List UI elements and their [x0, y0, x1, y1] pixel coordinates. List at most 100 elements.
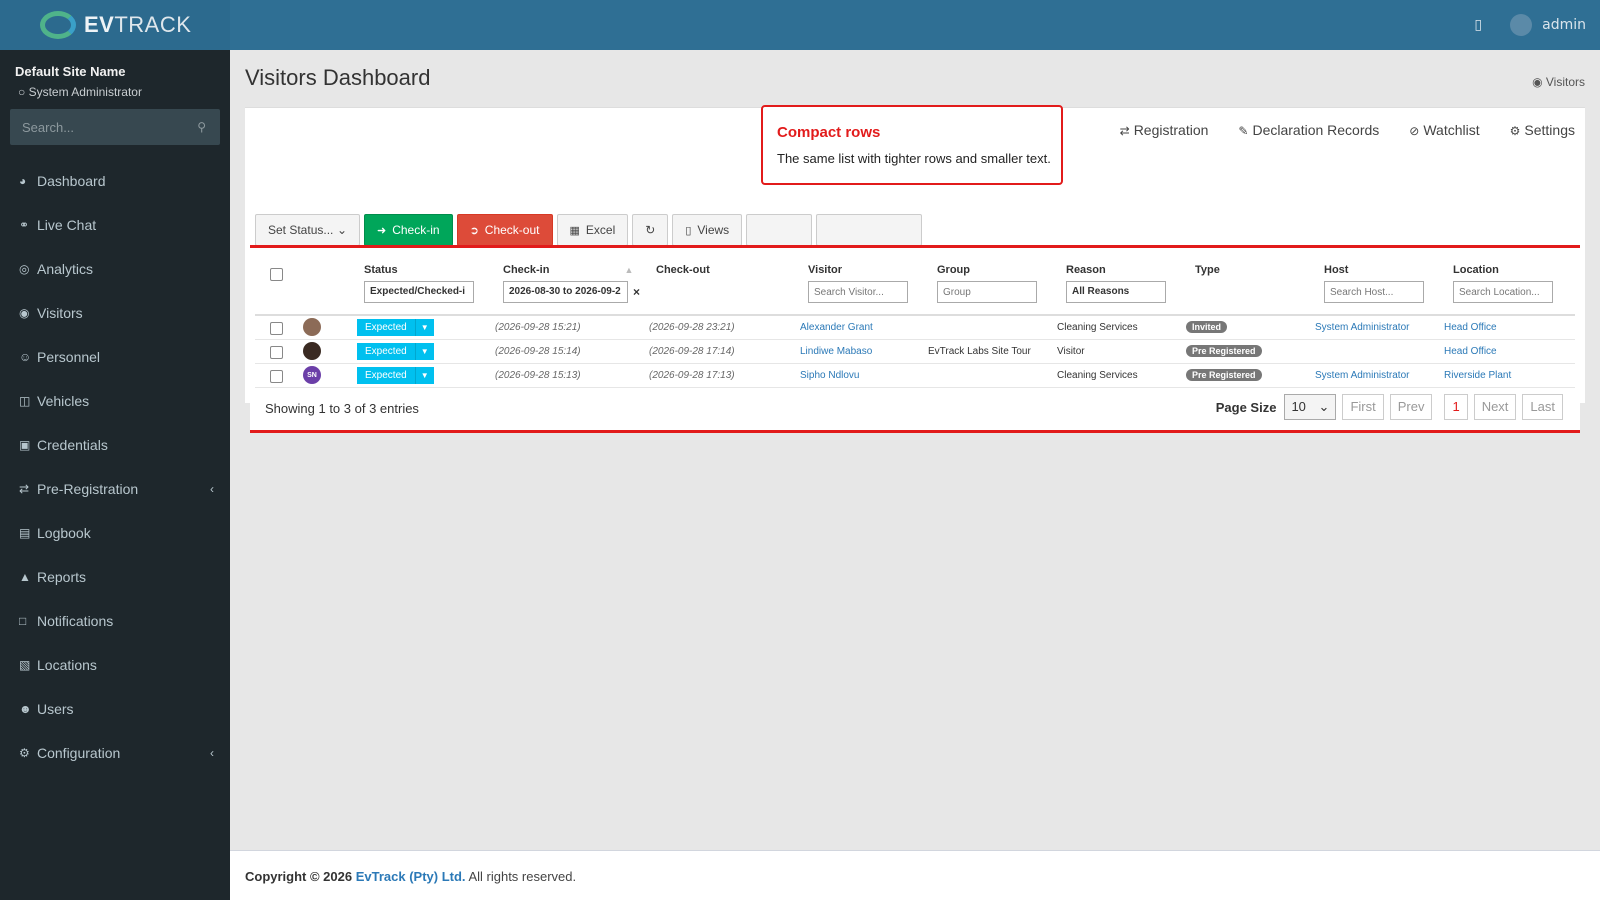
type-badge: Pre Registered [1186, 369, 1262, 381]
checkin-button[interactable]: ➜ Check-in [364, 214, 453, 246]
tab-registration[interactable]: ⇄ Registration [1120, 122, 1209, 138]
sidebar-item-live-chat[interactable]: ⚭ Live Chat [0, 203, 230, 247]
top-navbar: EVTRACK ▯ admin [0, 0, 1600, 50]
prev-page-button[interactable]: Prev [1389, 394, 1433, 420]
sort-asc-icon[interactable]: ▲ [624, 265, 633, 275]
last-page-button[interactable]: Last [1522, 394, 1563, 420]
copyright-text: Copyright © 2026 [245, 869, 353, 884]
reason-filter[interactable]: All Reasons [1066, 281, 1166, 303]
brand-logo[interactable]: EVTRACK [0, 0, 230, 50]
headset-icon: ⚭ [19, 218, 30, 232]
avatar[interactable] [303, 318, 321, 336]
group-filter[interactable] [937, 281, 1037, 303]
caret-down-icon: ▼ [415, 319, 434, 336]
chevron-down-icon: ⌄ [336, 223, 347, 237]
avatar[interactable] [303, 342, 321, 360]
sidebar-item-reports[interactable]: ▲ Reports [0, 555, 230, 599]
sidebar-item-pre-registration[interactable]: ⇄ Pre-Registration ‹ [0, 467, 230, 511]
table-row[interactable]: Expected ▼ (2026-09-28 15:21) (2026-09-28… [255, 316, 1575, 340]
host-link[interactable]: System Administrator [1315, 322, 1409, 333]
refresh-button[interactable]: ↻ [632, 214, 669, 246]
host-filter[interactable] [1324, 281, 1424, 303]
select-all-checkbox[interactable] [270, 268, 283, 281]
user-name: admin [1542, 17, 1586, 33]
clear-icon[interactable]: × [633, 285, 640, 299]
row-checkbox[interactable] [270, 322, 283, 335]
search-icon[interactable]: ⚲ [197, 120, 206, 134]
status-dropdown[interactable]: Expected ▼ [357, 319, 434, 336]
sidebar-item-configuration[interactable]: ⚙ Configuration ‹ [0, 731, 230, 775]
header-host[interactable]: Host [1324, 264, 1348, 276]
breadcrumb[interactable]: ◉ Visitors [1532, 75, 1585, 89]
sidebar-item-credentials[interactable]: ▣ Credentials [0, 423, 230, 467]
reason-cell: Cleaning Services [1057, 322, 1138, 333]
header-reason[interactable]: Reason [1066, 264, 1106, 276]
type-badge: Invited [1186, 321, 1228, 333]
sidebar-item-dashboard[interactable]: ◕ Dashboard [0, 159, 230, 203]
sidebar-item-analytics[interactable]: ◎ Analytics [0, 247, 230, 291]
header-checkin[interactable]: Check-in [503, 264, 549, 276]
table-row[interactable]: SN Expected ▼ (2026-09-28 15:13) (2026-09… [255, 364, 1575, 388]
status-dropdown[interactable]: Expected ▼ [357, 343, 434, 360]
location-link[interactable]: Riverside Plant [1444, 370, 1511, 381]
row-checkbox[interactable] [270, 346, 283, 359]
table-header: Status Expected/Checked-i Check-in ▲ 2026-… [255, 248, 1575, 316]
page-footer: Copyright © 2026 EvTrack (Pty) Ltd. All … [230, 850, 1600, 900]
next-page-button[interactable]: Next [1473, 394, 1517, 420]
sidebar-item-users[interactable]: ☻ Users [0, 687, 230, 731]
row-checkbox[interactable] [270, 370, 283, 383]
sidebar-item-personnel[interactable]: ☺ Personnel [0, 335, 230, 379]
visitor-link[interactable]: Lindiwe Mabaso [800, 346, 872, 357]
set-status-select[interactable]: Set Status... ⌄ [255, 214, 360, 246]
caret-down-icon: ▼ [415, 343, 434, 360]
sidebar-item-visitors[interactable]: ◉ Visitors [0, 291, 230, 335]
checkin-date-filter[interactable]: 2026-08-30 to 2026-09-2 [503, 281, 628, 303]
tab-watchlist[interactable]: ⊘ Watchlist [1409, 122, 1479, 138]
location-filter[interactable] [1453, 281, 1553, 303]
first-page-button[interactable]: First [1342, 394, 1384, 420]
caret-down-icon: ▼ [415, 367, 434, 384]
company-link[interactable]: EvTrack (Pty) Ltd. [356, 869, 466, 884]
header-visitor[interactable]: Visitor [808, 264, 842, 276]
rights-text: All rights reserved. [468, 869, 577, 884]
header-status[interactable]: Status [364, 264, 398, 276]
toolbar-button[interactable] [746, 214, 813, 246]
checkin-time: (2026-09-28 15:14) [495, 346, 581, 357]
header-type[interactable]: Type [1195, 264, 1220, 276]
excel-button[interactable]: ▦ Excel [556, 214, 629, 246]
current-page-button[interactable]: 1 [1444, 394, 1468, 420]
edit-icon: ✎ [1238, 124, 1249, 138]
checkout-button[interactable]: ➲ Check-out [456, 214, 553, 246]
tab-declaration-records[interactable]: ✎ Declaration Records [1238, 122, 1379, 138]
header-checkout[interactable]: Check-out [656, 264, 710, 276]
table-row[interactable]: Expected ▼ (2026-09-28 15:14) (2026-09-28… [255, 340, 1575, 364]
user-menu[interactable]: admin [1510, 14, 1586, 36]
tab-settings[interactable]: ⚙ Settings [1510, 122, 1575, 138]
location-link[interactable]: Head Office [1444, 322, 1497, 333]
sidebar-item-logbook[interactable]: ▤ Logbook [0, 511, 230, 555]
user-role: ○ System Administrator [18, 85, 142, 99]
building-icon: ▧ [19, 658, 31, 672]
location-link[interactable]: Head Office [1444, 346, 1497, 357]
sign-out-icon: ➲ [469, 224, 479, 237]
status-dropdown[interactable]: Expected ▼ [357, 367, 434, 384]
entries-info: Showing 1 to 3 of 3 entries [265, 401, 419, 416]
page-size-select[interactable]: 10 ⌄ [1284, 394, 1337, 420]
header-location[interactable]: Location [1453, 264, 1499, 276]
avatar[interactable]: SN [303, 366, 321, 384]
sidebar-item-vehicles[interactable]: ◫ Vehicles [0, 379, 230, 423]
visitor-filter[interactable] [808, 281, 908, 303]
views-button[interactable]: ▯ Views [672, 214, 743, 246]
checkin-time: (2026-09-28 15:21) [495, 322, 581, 333]
visitor-link[interactable]: Sipho Ndlovu [800, 370, 859, 381]
visitor-link[interactable]: Alexander Grant [800, 322, 873, 333]
sidebar-item-notifications[interactable]: □ Notifications [0, 599, 230, 643]
toolbar-button[interactable] [816, 214, 923, 246]
bookmark-icon[interactable]: ▯ [1474, 17, 1482, 33]
header-group[interactable]: Group [937, 264, 970, 276]
chevron-left-icon: ‹ [210, 482, 214, 496]
status-filter[interactable]: Expected/Checked-i [364, 281, 474, 303]
sidebar-search-input[interactable] [10, 109, 220, 145]
sidebar-item-locations[interactable]: ▧ Locations [0, 643, 230, 687]
host-link[interactable]: System Administrator [1315, 370, 1409, 381]
